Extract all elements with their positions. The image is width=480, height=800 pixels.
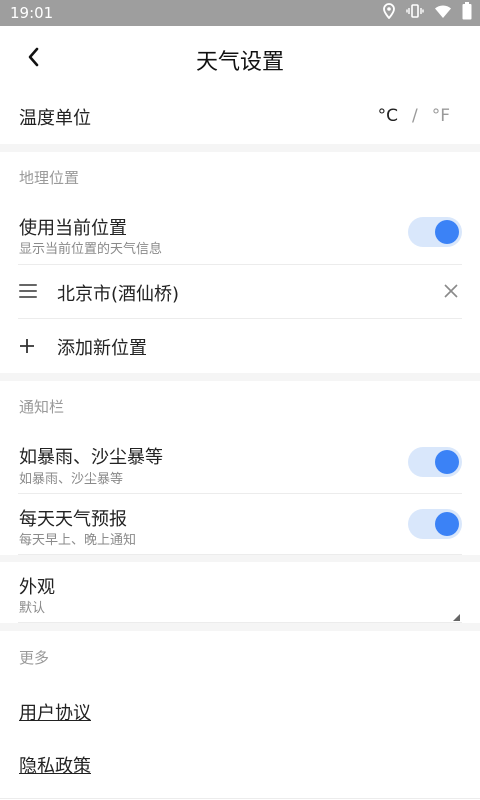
- add-location-row[interactable]: 添加新位置: [0, 319, 480, 373]
- more-section-header: 更多: [0, 631, 480, 684]
- severe-weather-title: 如暴雨、沙尘暴等: [19, 447, 163, 468]
- toggle-knob: [435, 512, 459, 536]
- use-current-location-title: 使用当前位置: [19, 218, 127, 239]
- daily-forecast-toggle[interactable]: [408, 509, 462, 539]
- use-current-location-toggle[interactable]: [408, 217, 462, 247]
- location-icon: [382, 3, 396, 23]
- temperature-unit-label: 温度单位: [19, 108, 91, 129]
- more-section-title: 更多: [19, 649, 50, 667]
- unit-separator: /: [411, 106, 418, 126]
- saved-location-row[interactable]: 北京市(酒仙桥): [0, 265, 480, 318]
- daily-forecast-row[interactable]: 每天天气预报 每天早上、晚上通知: [0, 494, 480, 554]
- daily-forecast-title: 每天天气预报: [19, 509, 127, 530]
- toggle-knob: [435, 220, 459, 244]
- divider: [0, 798, 480, 799]
- temperature-unit-row: 温度单位 °C / °F: [0, 88, 480, 144]
- notification-section-header: 通知栏: [0, 381, 480, 431]
- fahrenheit-option[interactable]: °F: [432, 106, 450, 126]
- severe-weather-toggle[interactable]: [408, 447, 462, 477]
- location-section-header: 地理位置: [0, 152, 480, 200]
- user-agreement-row[interactable]: 用户协议: [0, 684, 480, 738]
- vibrate-icon: [406, 3, 424, 23]
- privacy-policy-link[interactable]: 隐私政策: [19, 752, 91, 778]
- user-agreement-link[interactable]: 用户协议: [19, 699, 91, 725]
- add-location-label: 添加新位置: [57, 338, 147, 359]
- drag-handle-icon[interactable]: [19, 284, 37, 298]
- use-current-location-row[interactable]: 使用当前位置 显示当前位置的天气信息: [0, 200, 480, 264]
- remove-location-button[interactable]: [444, 283, 458, 302]
- severe-weather-row[interactable]: 如暴雨、沙尘暴等 如暴雨、沙尘暴等: [0, 431, 480, 493]
- privacy-policy-row[interactable]: 隐私政策: [0, 738, 480, 792]
- celsius-option[interactable]: °C: [378, 106, 398, 126]
- section-gap: [0, 373, 480, 381]
- status-time: 19:01: [10, 4, 54, 22]
- location-section-title: 地理位置: [19, 169, 80, 187]
- daily-forecast-subtitle: 每天早上、晚上通知: [19, 533, 137, 548]
- severe-weather-subtitle: 如暴雨、沙尘暴等: [19, 472, 124, 487]
- app-bar: 天气设置: [0, 26, 480, 88]
- notification-section-title: 通知栏: [19, 398, 65, 416]
- plus-icon: [20, 338, 34, 357]
- section-gap: [0, 623, 480, 631]
- close-icon: [444, 284, 458, 298]
- wifi-icon: [434, 3, 452, 23]
- use-current-location-subtitle: 显示当前位置的天气信息: [19, 242, 163, 257]
- toggle-knob: [435, 450, 459, 474]
- status-bar: 19:01: [0, 0, 480, 26]
- battery-icon: [462, 2, 472, 24]
- appearance-row[interactable]: 外观 默认: [0, 562, 480, 622]
- appearance-title: 外观: [19, 577, 55, 598]
- appearance-value: 默认: [19, 601, 46, 616]
- saved-location-name: 北京市(酒仙桥): [57, 284, 180, 305]
- section-gap: [0, 144, 480, 152]
- temperature-unit-switch: °C / °F: [378, 106, 450, 126]
- page-title: 天气设置: [195, 50, 284, 75]
- status-icons: [382, 2, 472, 24]
- section-gap: [0, 555, 480, 562]
